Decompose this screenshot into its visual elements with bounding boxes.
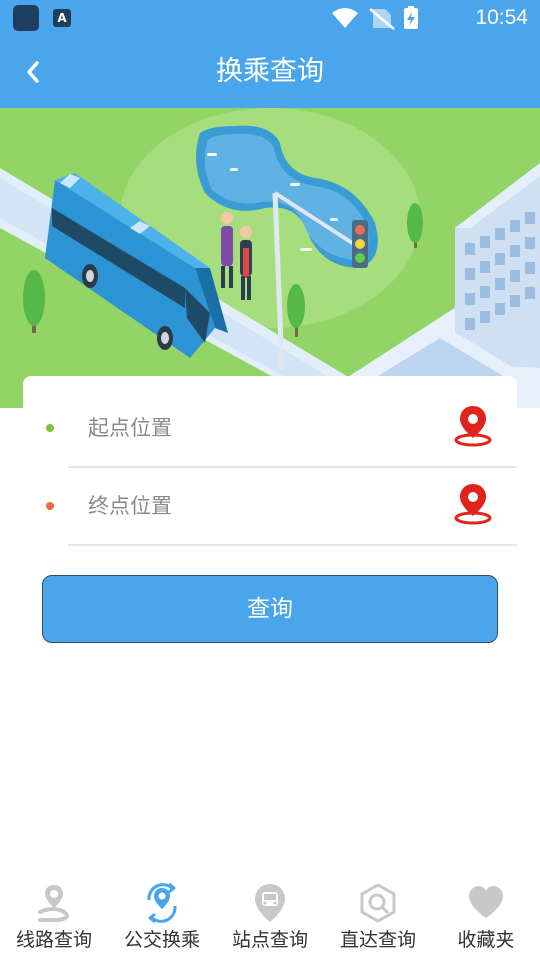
nav-label: 线路查询 — [15, 929, 92, 951]
station-pin-icon — [255, 884, 285, 922]
query-button[interactable]: 查询 — [42, 575, 498, 643]
divider — [68, 544, 517, 546]
start-location-placeholder: 起点位置 — [88, 416, 172, 440]
clock-time: 10:54 — [475, 6, 528, 29]
nav-item-favorites[interactable]: 收藏夹 — [432, 876, 540, 960]
end-location-placeholder: 终点位置 — [88, 494, 172, 518]
heart-icon — [469, 886, 503, 918]
no-sim-icon — [369, 8, 395, 30]
banner-illustration — [0, 108, 540, 408]
wifi-icon — [332, 8, 358, 28]
nav-label: 收藏夹 — [457, 929, 515, 951]
system-status-icons — [332, 6, 418, 30]
bottom-navigation: 线路查询 公交换乘 站点查询 直达查询 收藏夹 — [0, 876, 540, 960]
start-location-field[interactable]: 起点位置 — [23, 390, 517, 468]
search-hexagon-icon — [360, 883, 396, 923]
route-pin-icon — [38, 885, 69, 922]
start-dot — [46, 424, 54, 432]
page-title: 换乘查询 — [216, 56, 324, 87]
end-location-field[interactable]: 终点位置 — [23, 468, 517, 546]
nav-item-bus-transfer[interactable]: 公交换乘 — [108, 876, 216, 960]
transfer-pin-icon — [147, 882, 177, 924]
nav-item-route-query[interactable]: 线路查询 — [0, 876, 108, 960]
end-location-pin-icon[interactable] — [451, 482, 495, 526]
start-location-pin-icon[interactable] — [451, 404, 495, 448]
title-bar: 换乘查询 — [0, 36, 540, 108]
nav-label: 公交换乘 — [123, 929, 200, 951]
a-app-icon: A — [53, 9, 71, 27]
route-form-card: 起点位置 终点位置 — [23, 376, 517, 546]
nav-label: 站点查询 — [231, 929, 308, 951]
nav-item-station-query[interactable]: 站点查询 — [216, 876, 324, 960]
end-dot — [46, 502, 54, 510]
battery-charging-icon — [404, 6, 418, 29]
status-bar: A 10:54 — [0, 0, 540, 36]
nav-label: 直达查询 — [339, 929, 416, 951]
app-notification-icon — [13, 5, 39, 31]
nav-item-direct-query[interactable]: 直达查询 — [324, 876, 432, 960]
